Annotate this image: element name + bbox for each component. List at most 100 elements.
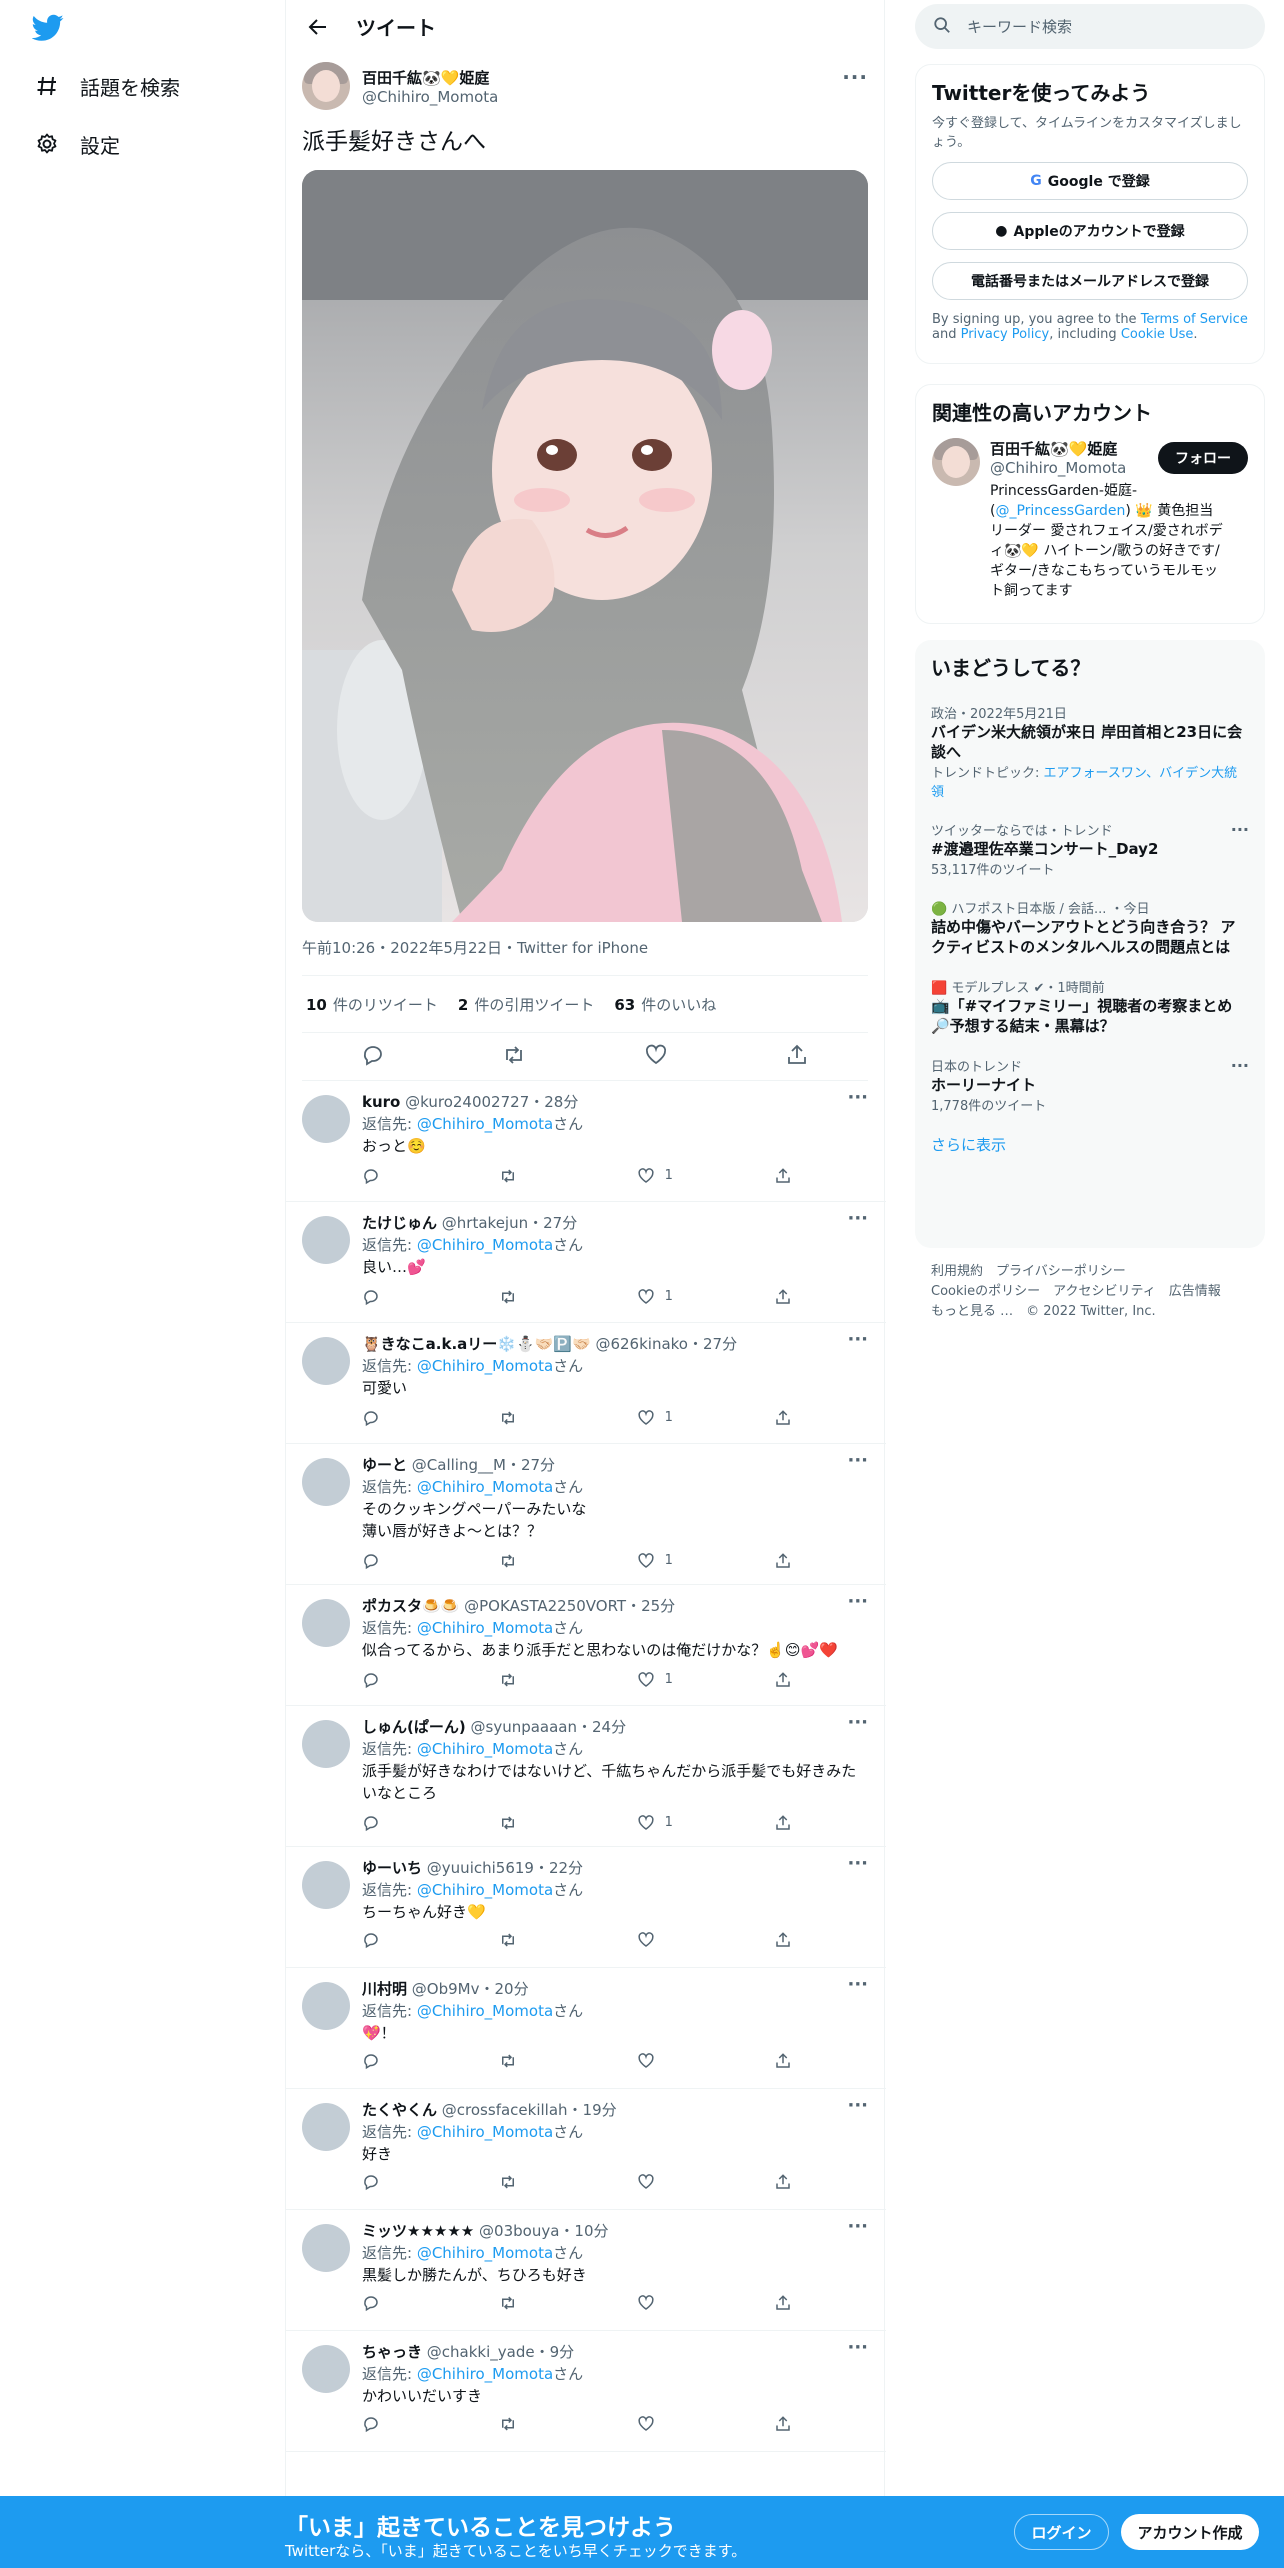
- reply-to-link[interactable]: @Chihiro_Momota: [417, 2365, 553, 2383]
- share-icon[interactable]: [774, 1814, 802, 1832]
- avatar[interactable]: [302, 1337, 350, 1385]
- share-icon[interactable]: [774, 1288, 802, 1306]
- share-icon[interactable]: [774, 1552, 802, 1570]
- like-icon[interactable]: 1: [637, 1165, 727, 1187]
- follow-button[interactable]: フォロー: [1158, 442, 1248, 474]
- reply-item[interactable]: ··· しゅん(ぱーん) @syunpaaaan・24分 返信先: @Chihiro…: [286, 1706, 886, 1847]
- retweet-icon[interactable]: [502, 1043, 526, 1071]
- retweet-icon[interactable]: [499, 1552, 589, 1570]
- like-icon[interactable]: [637, 2415, 727, 2433]
- reply-item[interactable]: ··· ゆーと @Calling__M・27分 返信先: @Chihiro_Momo…: [286, 1444, 886, 1585]
- reply-icon[interactable]: [362, 2294, 452, 2312]
- trend-item[interactable]: 🟥 モデルプレス ✔・1時間前 📺「#マイファミリー」視聴者の考察まとめ🔎予想する…: [915, 967, 1265, 1046]
- avatar[interactable]: [302, 1095, 350, 1143]
- avatar[interactable]: [302, 1861, 350, 1909]
- retweet-icon[interactable]: [499, 2415, 589, 2433]
- reply-icon[interactable]: [362, 1814, 452, 1832]
- more-icon[interactable]: ···: [1231, 820, 1249, 839]
- like-icon[interactable]: [637, 2294, 727, 2312]
- phone-signup-button[interactable]: 電話番号またはメールアドレスで登録: [932, 262, 1248, 300]
- reply-author-handle[interactable]: @yuuichi5619: [427, 1859, 534, 1877]
- reply-time[interactable]: ・27分: [688, 1335, 737, 1353]
- reply-to-link[interactable]: @Chihiro_Momota: [417, 1115, 553, 1133]
- avatar[interactable]: [302, 2345, 350, 2393]
- reply-author-handle[interactable]: @hrtakejun: [442, 1214, 528, 1232]
- reply-to-link[interactable]: @Chihiro_Momota: [417, 1478, 553, 1496]
- reply-item[interactable]: ··· 🦉きなこa.k.aリー❄️⛄️🤝🏻🅿️🤝🏻 @626kinako・27分返…: [286, 1323, 886, 1444]
- twitter-bird-icon[interactable]: [31, 14, 64, 42]
- reply-author-handle[interactable]: @Calling__M: [412, 1456, 506, 1474]
- retweet-icon[interactable]: [499, 1671, 589, 1689]
- reply-author-name[interactable]: たけじゅん: [362, 1214, 437, 1232]
- retweet-icon[interactable]: [499, 1167, 589, 1185]
- reply-author-handle[interactable]: @chakki_yade: [427, 2343, 535, 2361]
- reply-time[interactable]: ・27分: [528, 1214, 577, 1232]
- tweet-photo[interactable]: [302, 170, 868, 922]
- reply-author-name[interactable]: ミッツ★★★★★: [362, 2222, 474, 2240]
- reply-author-handle[interactable]: @03bouya: [479, 2222, 559, 2240]
- google-signup-button[interactable]: G Google で登録: [932, 162, 1248, 200]
- reply-icon[interactable]: [362, 1671, 452, 1689]
- reply-author-handle[interactable]: @crossfacekillah: [442, 2101, 568, 2119]
- reply-time[interactable]: ・20分: [480, 1980, 529, 1998]
- trend-item[interactable]: 🟢 ハフポスト日本版 / 会話... ・今日 詰め中傷やバーンアウトとどう向き合う…: [915, 888, 1265, 967]
- share-icon[interactable]: [774, 2052, 802, 2070]
- tweet-author-handle[interactable]: @Chihiro_Momota: [362, 88, 498, 106]
- retweet-icon[interactable]: [499, 1814, 589, 1832]
- terms-link[interactable]: Terms of Service: [1141, 312, 1248, 327]
- reply-author-name[interactable]: しゅん(ぱーん): [362, 1718, 466, 1736]
- reply-author-name[interactable]: ちゃっき: [362, 2343, 422, 2361]
- reply-icon[interactable]: [362, 2052, 452, 2070]
- reply-icon[interactable]: [362, 1931, 452, 1949]
- reply-icon[interactable]: [362, 1167, 452, 1185]
- avatar[interactable]: [302, 62, 350, 110]
- reply-author-name[interactable]: ゆーいち: [362, 1859, 422, 1877]
- reply-author-name[interactable]: kuro: [362, 1093, 400, 1111]
- reply-time[interactable]: ・22分: [534, 1859, 583, 1877]
- tweet-timestamp[interactable]: 午前10:26・2022年5月22日・Twitter for iPhone: [302, 937, 648, 958]
- footer-links[interactable]: 利用規約 プライバシーポリシー Cookieのポリシー アクセシビリティ 広告情…: [931, 1262, 1221, 1322]
- reply-to-link[interactable]: @Chihiro_Momota: [417, 2002, 553, 2020]
- share-icon[interactable]: [785, 1043, 809, 1071]
- bio-mention-link[interactable]: @_PrincessGarden: [995, 503, 1125, 519]
- reply-to-link[interactable]: @Chihiro_Momota: [417, 1619, 553, 1637]
- reply-item[interactable]: ··· ちゃっき @chakki_yade・9分 返信先: @Chihiro_Mom…: [286, 2331, 886, 2452]
- privacy-link[interactable]: Privacy Policy: [961, 327, 1050, 342]
- reply-author-handle[interactable]: @Ob9Mv: [412, 1980, 480, 1998]
- reply-to-link[interactable]: @Chihiro_Momota: [417, 2244, 553, 2262]
- like-stat[interactable]: 63 件のいいね: [614, 994, 716, 1015]
- retweet-icon[interactable]: [499, 1288, 589, 1306]
- reply-item[interactable]: ··· ゆーいち @yuuichi5619・22分 返信先: @Chihiro_Mo…: [286, 1847, 886, 1968]
- reply-author-name[interactable]: ポカスタ🍮🍮: [362, 1597, 459, 1615]
- reply-time[interactable]: ・28分: [529, 1093, 578, 1111]
- like-icon[interactable]: [637, 2173, 727, 2191]
- nav-settings[interactable]: 設定: [34, 126, 120, 162]
- like-icon[interactable]: [644, 1043, 668, 1071]
- reply-item[interactable]: ··· たくやくん @crossfacekillah・19分 返信先: @Chihi…: [286, 2089, 886, 2210]
- nav-explore[interactable]: 話題を検索: [34, 68, 180, 104]
- trend-item[interactable]: 日本のトレンド ホーリーナイト 1,778件のツイート ···: [915, 1046, 1265, 1124]
- avatar[interactable]: [302, 1458, 350, 1506]
- reply-time[interactable]: ・25分: [626, 1597, 675, 1615]
- retweet-icon[interactable]: [499, 1409, 589, 1427]
- reply-item[interactable]: ··· 川村明 @Ob9Mv・20分 返信先: @Chihiro_Momotaさん 💖…: [286, 1968, 886, 2089]
- like-icon[interactable]: 1: [637, 1286, 727, 1308]
- reply-icon[interactable]: [362, 1409, 452, 1427]
- reply-author-name[interactable]: たくやくん: [362, 2101, 437, 2119]
- reply-item[interactable]: ··· たけじゅん @hrtakejun・27分 返信先: @Chihiro_Mom…: [286, 1202, 886, 1323]
- reply-to-link[interactable]: @Chihiro_Momota: [417, 1236, 553, 1254]
- reply-icon[interactable]: [362, 1552, 452, 1570]
- reply-icon[interactable]: [362, 2415, 452, 2433]
- retweet-icon[interactable]: [499, 2294, 589, 2312]
- show-more-link[interactable]: さらに表示: [915, 1124, 1265, 1165]
- more-icon[interactable]: ···: [842, 65, 868, 89]
- reply-author-handle[interactable]: @POKASTA2250VORT: [464, 1597, 626, 1615]
- like-icon[interactable]: [637, 2052, 727, 2070]
- avatar[interactable]: [302, 1982, 350, 2030]
- cookie-link[interactable]: Cookie Use: [1121, 327, 1194, 342]
- reply-item[interactable]: ··· ミッツ★★★★★ @03bouya・10分 返信先: @Chihiro_Mo…: [286, 2210, 886, 2331]
- reply-to-link[interactable]: @Chihiro_Momota: [417, 1740, 553, 1758]
- share-icon[interactable]: [774, 2415, 802, 2433]
- like-icon[interactable]: 1: [637, 1812, 727, 1834]
- search-input[interactable]: キーワード検索: [915, 4, 1265, 49]
